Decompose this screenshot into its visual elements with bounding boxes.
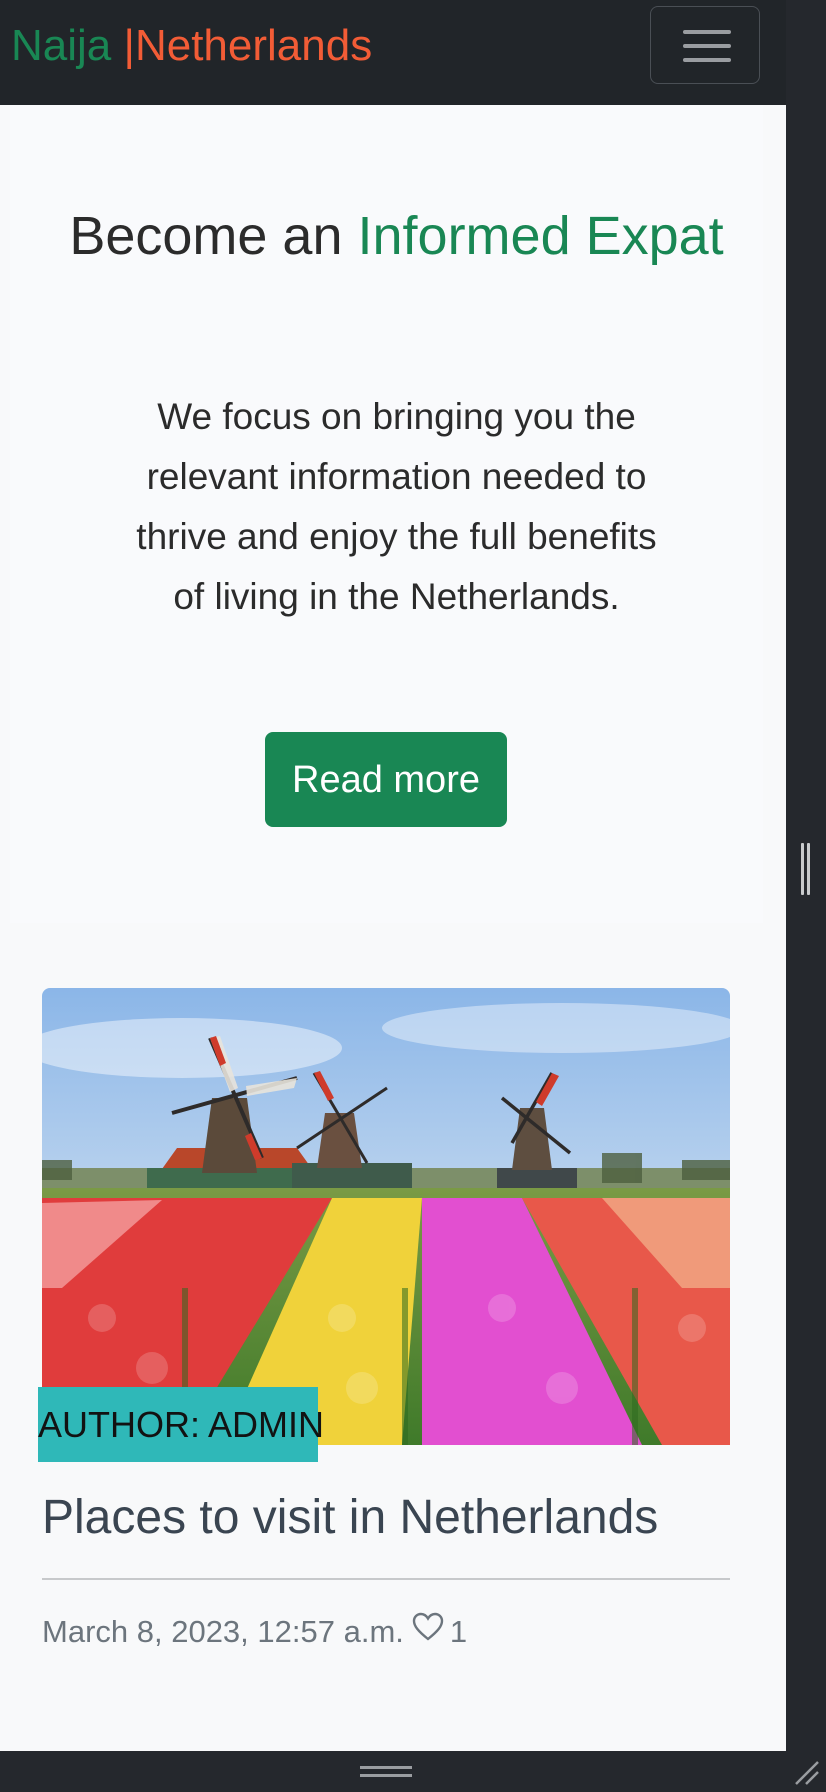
post-date: March 8, 2023, 12:57 a.m. bbox=[42, 1614, 404, 1649]
hero-title-accent: Informed Expat bbox=[357, 206, 724, 266]
navbar: Naija |Netherlands bbox=[0, 0, 786, 105]
brand-separator: | bbox=[123, 21, 135, 70]
page-viewport: Naija |Netherlands Become an Informed Ex… bbox=[0, 0, 786, 1751]
hero-title-prefix: Become an bbox=[69, 206, 343, 266]
like-count: 1 bbox=[449, 1614, 468, 1649]
divider bbox=[42, 1578, 730, 1580]
navbar-toggler-button[interactable] bbox=[650, 6, 760, 84]
post-meta: March 8, 2023, 12:57 a.m. 1 bbox=[42, 1612, 467, 1652]
scrollbar-handle[interactable] bbox=[801, 843, 810, 895]
hero-section: Become an Informed Expat We focus on bri… bbox=[10, 105, 763, 923]
brand-logo-link[interactable]: Naija |Netherlands bbox=[11, 18, 372, 74]
hero-title: Become an Informed Expat bbox=[10, 201, 783, 271]
brand-netherlands: Netherlands bbox=[134, 21, 373, 70]
bottom-drag-handle[interactable] bbox=[360, 1766, 412, 1780]
read-more-button[interactable]: Read more bbox=[265, 732, 507, 827]
resize-grip-icon[interactable] bbox=[790, 1756, 820, 1786]
author-badge: AUTHOR: ADMIN bbox=[38, 1387, 324, 1462]
post-image[interactable] bbox=[42, 988, 730, 1445]
post-title-link[interactable]: Places to visit in Netherlands bbox=[42, 1486, 658, 1550]
hero-description: We focus on bringing you the relevant in… bbox=[136, 396, 657, 617]
brand-naija: Naija bbox=[11, 21, 112, 70]
heart-icon[interactable] bbox=[412, 1612, 444, 1652]
windmills-tulip-field-image bbox=[42, 988, 730, 1445]
